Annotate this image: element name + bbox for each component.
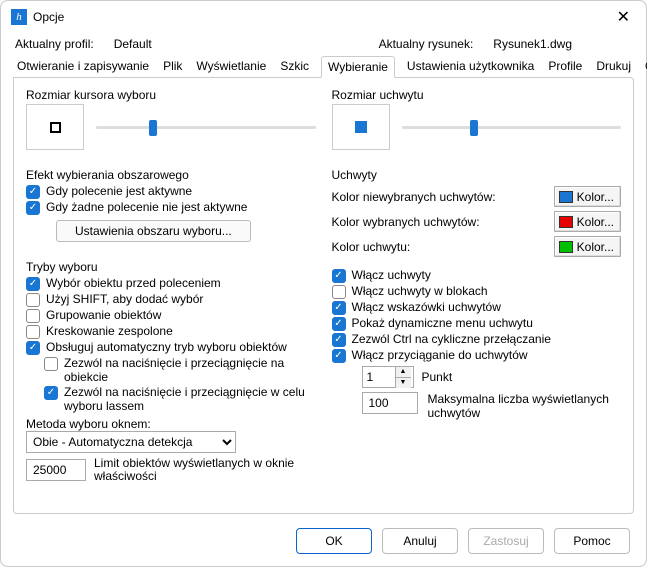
grip-preview	[332, 104, 390, 150]
color-btn-label: Kolor...	[577, 215, 614, 229]
tab-print[interactable]: Drukuj	[594, 55, 633, 77]
drawing-label: Aktualny rysunek:	[379, 37, 474, 51]
swatch-selected	[559, 216, 573, 228]
chk-auto[interactable]: ✓	[26, 341, 40, 355]
tab-strip: Otwieranie i zapisywanie Plik Wyświetlan…	[1, 53, 646, 77]
chk-snap-grips[interactable]: ✓	[332, 349, 346, 363]
chk-grips-blocks[interactable]	[332, 285, 346, 299]
titlebar: h Opcje ✕	[1, 1, 646, 31]
chk-dyn-menu-label: Pokaż dynamiczne menu uchwytu	[352, 316, 533, 330]
app-icon: h	[11, 9, 27, 25]
ok-button[interactable]: OK	[296, 528, 372, 554]
chk-grips-blocks-label: Włącz uchwyty w blokach	[352, 284, 488, 298]
window-method-label: Metoda wyboru oknem:	[26, 417, 316, 431]
grip-size-slider[interactable]	[402, 118, 622, 136]
chk-ctrl-cycle-label: Zezwól Ctrl na cykliczne przełączanie	[352, 332, 551, 346]
chk-preselect-label: Wybór obiektu przed poleceniem	[46, 276, 221, 290]
color-selected-button[interactable]: Kolor...	[554, 211, 621, 232]
chk-shift[interactable]	[26, 293, 40, 307]
left-column: Rozmiar kursora wyboru Efekt wybierania …	[26, 88, 316, 503]
right-column: Rozmiar uchwytu Uchwyty Kolor niewybrany…	[332, 88, 622, 503]
limit-input[interactable]	[26, 459, 86, 481]
window-title: Opcje	[33, 10, 611, 24]
chk-enable-grips[interactable]: ✓	[332, 269, 346, 283]
apply-button[interactable]: Zastosuj	[468, 528, 544, 554]
chk-grip-tips-label: Włącz wskazówki uchwytów	[352, 300, 501, 314]
chk-dyn-menu[interactable]: ✓	[332, 317, 346, 331]
color-unselected-button[interactable]: Kolor...	[554, 186, 621, 207]
grip-size-group: Rozmiar uchwytu	[332, 88, 622, 154]
tab-display[interactable]: Wyświetlanie	[194, 55, 268, 77]
color-btn-label: Kolor...	[577, 190, 614, 204]
point-spinner[interactable]: ▲ ▼	[362, 366, 414, 388]
drawing-value: Rysunek1.dwg	[493, 37, 572, 51]
spinner-up-icon[interactable]: ▲	[396, 367, 411, 378]
tab-profiles[interactable]: Profile	[546, 55, 584, 77]
window-method-select[interactable]: Obie - Automatyczna detekcja	[26, 431, 236, 453]
profile-value: Default	[114, 37, 152, 51]
area-settings-button[interactable]: Ustawienia obszaru wyboru...	[56, 220, 251, 242]
chk-enable-grips-label: Włącz uchwyty	[352, 268, 431, 282]
tab-user[interactable]: Ustawienia użytkownika	[405, 55, 536, 77]
options-dialog: h Opcje ✕ Aktualny profil: Default Aktua…	[0, 0, 647, 567]
spinner-down-icon[interactable]: ▼	[396, 378, 411, 388]
profile-label: Aktualny profil:	[15, 37, 94, 51]
cursor-size-slider[interactable]	[96, 118, 316, 136]
chk-cmd-active[interactable]: ✓	[26, 185, 40, 199]
chk-hatch-label: Kreskowanie zespolone	[46, 324, 173, 338]
cursor-size-title: Rozmiar kursora wyboru	[26, 88, 316, 102]
color-selected-label: Kolor wybranych uchwytów:	[332, 215, 546, 229]
chk-group[interactable]	[26, 309, 40, 323]
color-grip-button[interactable]: Kolor...	[554, 236, 621, 257]
limit-label: Limit obiektów wyświetlanych w oknie wła…	[94, 457, 316, 483]
color-unselected-label: Kolor niewybranych uchwytów:	[332, 190, 546, 204]
point-input[interactable]	[363, 367, 395, 387]
close-icon[interactable]: ✕	[611, 7, 636, 27]
help-button[interactable]: Pomoc	[554, 528, 630, 554]
cancel-button[interactable]: Anuluj	[382, 528, 458, 554]
point-label: Punkt	[422, 370, 453, 384]
chk-no-cmd-active[interactable]: ✓	[26, 201, 40, 215]
tab-sketch[interactable]: Szkic	[278, 55, 311, 77]
tab-open-save[interactable]: Otwieranie i zapisywanie	[15, 55, 151, 77]
chk-preselect[interactable]: ✓	[26, 277, 40, 291]
chk-snap-grips-label: Włącz przyciąganie do uchwytów	[352, 348, 528, 362]
chk-hatch[interactable]	[26, 325, 40, 339]
chk-ctrl-cycle[interactable]: ✓	[332, 333, 346, 347]
grip-preview-box	[355, 121, 367, 133]
max-grips-label: Maksymalna liczba wyświetlanych uchwytów	[428, 392, 622, 420]
chk-grip-tips[interactable]: ✓	[332, 301, 346, 315]
grips-title: Uchwyty	[332, 168, 622, 182]
area-effect-title: Efekt wybierania obszarowego	[26, 168, 316, 182]
dialog-footer: OK Anuluj Zastosuj Pomoc	[1, 522, 646, 566]
tab-online[interactable]: Online	[643, 55, 647, 77]
header-info: Aktualny profil: Default Aktualny rysune…	[1, 31, 646, 53]
tab-file[interactable]: Plik	[161, 55, 184, 77]
cursor-preview-box	[50, 122, 61, 133]
chk-group-label: Grupowanie obiektów	[46, 308, 161, 322]
color-grip-label: Kolor uchwytu:	[332, 240, 546, 254]
chk-press-drag-obj[interactable]	[44, 357, 58, 371]
chk-auto-label: Obsługuj automatyczny tryb wyboru obiekt…	[46, 340, 287, 354]
modes-title: Tryby wyboru	[26, 260, 316, 274]
modes-group: Tryby wyboru ✓ Wybór obiektu przed polec…	[26, 260, 316, 483]
grips-group: Uchwyty Kolor niewybranych uchwytów: Kol…	[332, 168, 622, 420]
color-btn-label: Kolor...	[577, 240, 614, 254]
chk-press-drag-obj-label: Zezwól na naciśnięcie i przeciągnięcie n…	[64, 356, 316, 384]
tab-selection[interactable]: Wybieranie	[321, 56, 395, 78]
chk-press-drag-lasso-label: Zezwól na naciśnięcie i przeciągnięcie w…	[64, 385, 316, 413]
chk-no-cmd-active-label: Gdy żadne polecenie nie jest aktywne	[46, 200, 247, 214]
chk-shift-label: Użyj SHIFT, aby dodać wybór	[46, 292, 203, 306]
chk-cmd-active-label: Gdy polecenie jest aktywne	[46, 184, 192, 198]
swatch-grip	[559, 241, 573, 253]
area-effect-group: Efekt wybierania obszarowego ✓ Gdy polec…	[26, 168, 316, 246]
cursor-size-group: Rozmiar kursora wyboru	[26, 88, 316, 154]
swatch-unselected	[559, 191, 573, 203]
tab-content: Rozmiar kursora wyboru Efekt wybierania …	[13, 77, 634, 514]
grip-size-title: Rozmiar uchwytu	[332, 88, 622, 102]
cursor-preview	[26, 104, 84, 150]
max-grips-input[interactable]	[362, 392, 418, 414]
chk-press-drag-lasso[interactable]: ✓	[44, 386, 58, 400]
